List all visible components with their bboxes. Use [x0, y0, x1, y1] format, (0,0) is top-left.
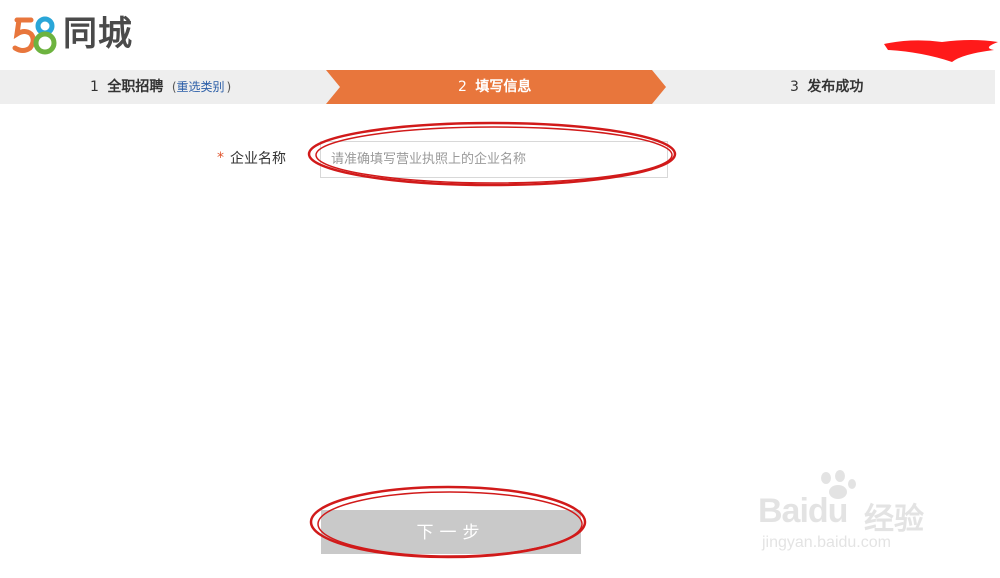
step-1-paren-close: ) [226, 80, 232, 94]
watermark-jingyan: 经验 [864, 502, 924, 537]
step-2-label: 填写信息 [475, 79, 532, 95]
step-2: 2 填写信息 [458, 70, 531, 104]
step-1-label: 全职招聘 [107, 79, 164, 95]
logo-58-mark [11, 12, 61, 56]
redaction-scribble [884, 40, 998, 62]
next-step-button[interactable]: 下一步 [321, 510, 581, 554]
progress-steps: 1 全职招聘 (重选类别) 2 填写信息 3 发布成功 [0, 70, 995, 104]
company-name-label: 企业名称 [230, 151, 286, 167]
logo-58tongcheng[interactable]: 同城 [11, 12, 133, 56]
logo-wordmark: 同城 [63, 14, 133, 54]
step-1-number: 1 [90, 79, 99, 95]
step-3-label: 发布成功 [807, 79, 864, 95]
reselect-category-link[interactable]: 重选类别 [177, 80, 225, 94]
required-asterisk: * [217, 150, 224, 166]
watermark-brand: Baidu [758, 492, 848, 530]
step-2-number: 2 [458, 79, 467, 95]
baidu-jingyan-watermark: Baidu 经验 jingyan.baidu.com [748, 470, 948, 560]
watermark-url: jingyan.baidu.com [762, 534, 891, 551]
company-name-input[interactable] [320, 141, 668, 178]
step-3-number: 3 [790, 79, 799, 95]
step-1: 1 全职招聘 (重选类别) [90, 70, 231, 104]
step-3: 3 发布成功 [790, 70, 863, 104]
